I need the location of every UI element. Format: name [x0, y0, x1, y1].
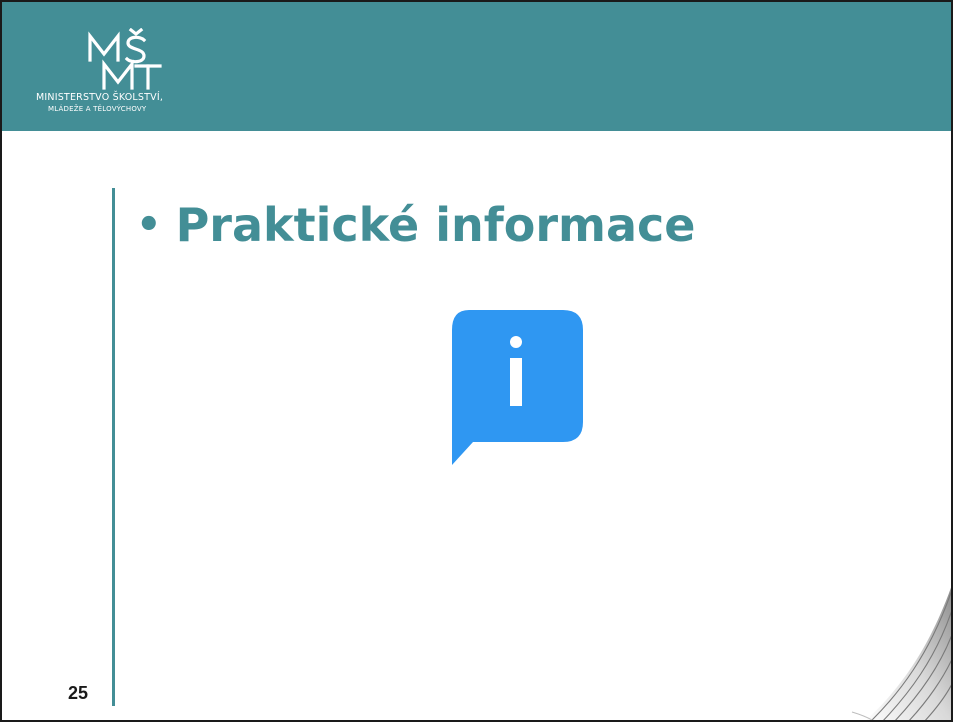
title-text: Praktické informace [175, 198, 696, 252]
slide: MINISTERSTVO ŠKOLSTVÍ, MLÁDEŽE A TĚLOVÝC… [0, 0, 953, 722]
info-speech-bubble-icon [452, 310, 583, 465]
logo-text-line2: MLÁDEŽE A TĚLOVÝCHOVY [48, 105, 147, 113]
logo-text-line1: MINISTERSTVO ŠKOLSTVÍ, [36, 92, 164, 103]
page-number: 25 [68, 683, 89, 703]
page-curl-decoration [851, 587, 951, 720]
ministry-logo: MINISTERSTVO ŠKOLSTVÍ, MLÁDEŽE A TĚLOVÝC… [32, 28, 222, 120]
header-bar: MINISTERSTVO ŠKOLSTVÍ, MLÁDEŽE A TĚLOVÝC… [2, 2, 951, 131]
slide-title: • Praktické informace [136, 198, 695, 252]
bullet: • [136, 202, 162, 248]
accent-vertical-line [112, 188, 115, 706]
msmt-logo-mark-icon [88, 28, 162, 90]
